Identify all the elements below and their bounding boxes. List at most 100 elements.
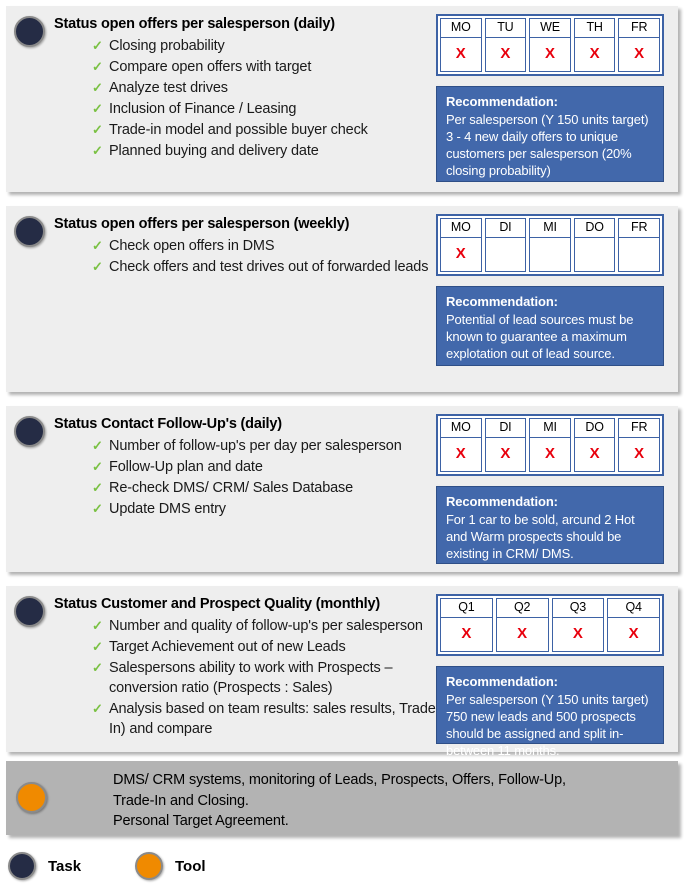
list-item: ✓ Check offers and test drives out of for… <box>92 257 444 277</box>
column-mark[interactable]: X <box>440 238 482 272</box>
schedule-column[interactable]: MO X <box>440 218 482 272</box>
list-item-label: Target Achievement out of new Leads <box>109 639 346 656</box>
recommendation-title: Recommendation: <box>446 494 558 509</box>
column-mark[interactable]: X <box>618 38 660 72</box>
check-icon: ✓ <box>92 238 103 254</box>
schedule-column[interactable]: WE X <box>529 18 571 72</box>
legend-item-task: Task <box>8 852 81 880</box>
list-item-label: Check open offers in DMS <box>109 238 275 255</box>
column-mark[interactable]: X <box>440 618 493 652</box>
column-mark[interactable]: X <box>551 618 605 652</box>
check-icon: ✓ <box>92 38 103 54</box>
schedule-column[interactable]: FR X <box>618 418 660 472</box>
task-panel-status-open-offers-daily: Status open offers per salesperson (dail… <box>6 6 678 192</box>
list-item-label: Analysis based on team results: sales re… <box>109 701 441 738</box>
column-mark[interactable]: X <box>495 618 549 652</box>
recommendation-text: Potential of lead sources must be known … <box>446 311 634 362</box>
schedule-column[interactable]: Q1 X <box>440 598 493 652</box>
column-mark[interactable]: X <box>607 618 660 652</box>
list-item-label: Number of follow-up's per day per salesp… <box>109 438 402 455</box>
task-circle-icon <box>14 16 45 47</box>
column-mark[interactable] <box>529 238 571 272</box>
check-icon: ✓ <box>92 143 103 159</box>
column-mark[interactable]: X <box>529 38 571 72</box>
column-mark[interactable]: X <box>484 438 527 472</box>
schedule-column[interactable]: MI X <box>529 418 571 472</box>
list-item-label: Closing probability <box>109 38 225 55</box>
list-item-label: Salespersons ability to work with Prospe… <box>109 660 393 697</box>
task-circle-icon <box>8 852 36 880</box>
list-item: ✓ Check open offers in DMS <box>92 236 444 256</box>
check-icon: ✓ <box>92 59 103 75</box>
recommendation-box: Recommendation: Per salesperson (Y 150 u… <box>436 86 664 182</box>
column-mark[interactable]: X <box>618 438 660 472</box>
process-overview-page: Status open offers per salesperson (dail… <box>0 0 684 892</box>
column-mark[interactable]: X <box>529 438 571 472</box>
recommendation-title: Recommendation: <box>446 674 558 689</box>
schedule-column[interactable]: FR X <box>618 18 660 72</box>
schedule-table: Q1 X Q2 X Q3 X Q4 X <box>436 594 664 656</box>
bullet-list: ✓ Closing probability ✓ Compare open offer… <box>54 36 444 161</box>
check-icon: ✓ <box>92 660 103 676</box>
list-item: ✓ Number of follow-up's per day per sales… <box>92 436 444 456</box>
schedule-column[interactable]: MI <box>529 218 571 272</box>
bullet-list: ✓ Check open offers in DMS ✓ Check offers … <box>54 236 444 277</box>
schedule-table: MO X DI MI DO FR <box>436 214 664 276</box>
column-header: TU <box>484 18 527 38</box>
schedule-column[interactable]: DI X <box>484 418 527 472</box>
column-mark[interactable]: X <box>440 438 482 472</box>
list-item-label: Inclusion of Finance / Leasing <box>109 101 297 118</box>
column-mark[interactable]: X <box>440 38 482 72</box>
panel-content: Status open offers per salesperson (week… <box>54 215 444 278</box>
list-item-label: Re-check DMS/ CRM/ Sales Database <box>109 480 354 497</box>
tool-panel: DMS/ CRM systems, monitoring of Leads, P… <box>6 761 678 835</box>
list-item-label: Update DMS entry <box>109 501 226 518</box>
column-header: Q4 <box>607 598 660 618</box>
tool-circle-icon <box>16 782 47 813</box>
list-item-label: Number and quality of follow-up's per sa… <box>109 618 423 635</box>
schedule-column[interactable]: MO X <box>440 418 482 472</box>
check-icon: ✓ <box>92 259 103 275</box>
panel-content: Status open offers per salesperson (dail… <box>54 15 444 162</box>
panel-title: Status open offers per salesperson (week… <box>54 216 350 232</box>
bullet-list: ✓ Number of follow-up's per day per sales… <box>54 436 444 519</box>
check-icon: ✓ <box>92 618 103 634</box>
schedule-column[interactable]: TU X <box>484 18 527 72</box>
panel-content: Status Contact Follow-Up's (daily) ✓ Numb… <box>54 415 444 520</box>
column-mark[interactable]: X <box>484 38 527 72</box>
column-mark[interactable] <box>484 238 527 272</box>
schedule-column[interactable]: Q4 X <box>607 598 660 652</box>
schedule-column[interactable]: DI <box>484 218 527 272</box>
task-circle-icon <box>14 216 45 247</box>
schedule-column[interactable]: DO X <box>573 418 616 472</box>
recommendation-box: Recommendation: For 1 car to be sold, ar… <box>436 486 664 564</box>
schedule-column[interactable]: FR <box>618 218 660 272</box>
schedule-column[interactable]: TH X <box>573 18 616 72</box>
recommendation-text: Per salesperson (Y 150 units target) 750… <box>446 691 649 759</box>
schedule-column[interactable]: Q3 X <box>551 598 605 652</box>
list-item: ✓ Planned buying and delivery date <box>92 141 444 161</box>
column-mark[interactable] <box>618 238 660 272</box>
column-mark[interactable]: X <box>573 438 616 472</box>
column-header: MO <box>440 18 482 38</box>
legend: Task Tool <box>0 848 684 892</box>
list-item-label: Check offers and test drives out of forw… <box>109 259 429 276</box>
list-item: ✓ Analyze test drives <box>92 78 444 98</box>
column-mark[interactable]: X <box>573 38 616 72</box>
list-item: ✓ Compare open offers with target <box>92 57 444 77</box>
check-icon: ✓ <box>92 438 103 454</box>
column-header: FR <box>618 18 660 38</box>
tool-panel-text: DMS/ CRM systems, monitoring of Leads, P… <box>113 772 566 830</box>
column-header: MO <box>440 418 482 438</box>
schedule-column[interactable]: Q2 X <box>495 598 549 652</box>
list-item-label: Compare open offers with target <box>109 59 312 76</box>
list-item: ✓ Trade-in model and possible buyer check <box>92 120 444 140</box>
column-header: DO <box>573 418 616 438</box>
task-panel-status-open-offers-weekly: Status open offers per salesperson (week… <box>6 206 678 392</box>
list-item: ✓ Re-check DMS/ CRM/ Sales Database <box>92 478 444 498</box>
schedule-column[interactable]: MO X <box>440 18 482 72</box>
recommendation-text: Per salesperson (Y 150 units target) 3 -… <box>446 111 649 179</box>
schedule-column[interactable]: DO <box>573 218 616 272</box>
column-header: Q1 <box>440 598 493 618</box>
column-mark[interactable] <box>573 238 616 272</box>
